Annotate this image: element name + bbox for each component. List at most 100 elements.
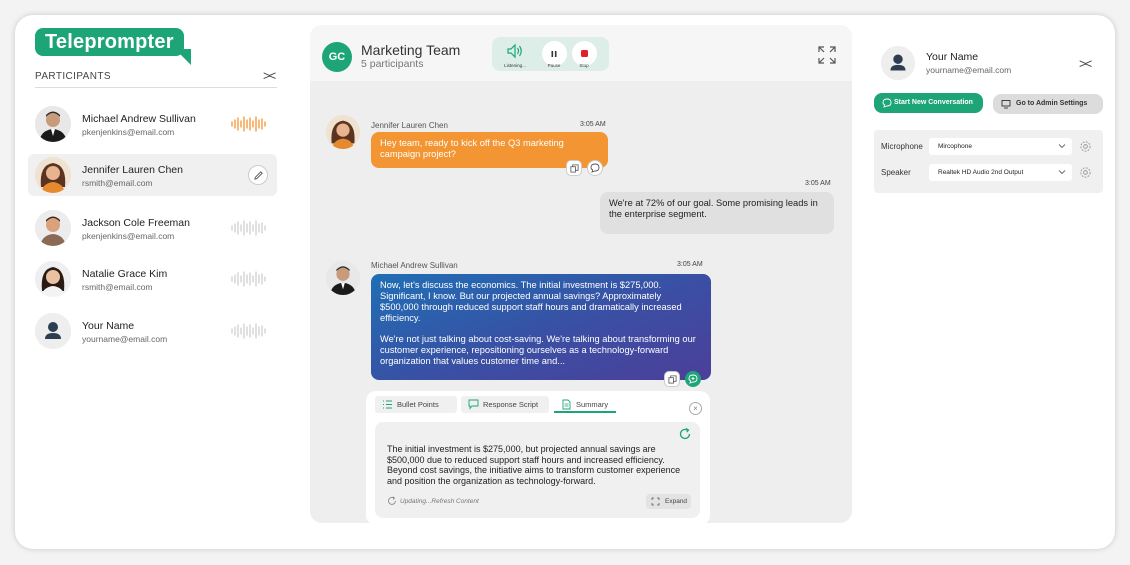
tab-label: Response Script <box>483 400 539 409</box>
refresh-icon[interactable] <box>678 427 692 441</box>
conversation-panel: GC Marketing Team 5 participants Listeni… <box>310 25 852 523</box>
avatar <box>326 115 360 149</box>
group-avatar: GC <box>322 42 352 72</box>
copy-icon <box>569 163 579 173</box>
tab-response-script[interactable]: Response Script <box>461 396 549 413</box>
close-icon[interactable]: × <box>689 402 702 415</box>
tab-bullet-points[interactable]: Bullet Points <box>375 396 457 413</box>
monitor-icon <box>1001 100 1011 109</box>
recording-controls: Listening... Pause Stop <box>492 37 609 71</box>
message-text: Now, let's discuss the economics. The in… <box>380 280 682 323</box>
gear-icon[interactable] <box>1079 166 1092 179</box>
message-time: 3:05 AM <box>580 121 606 128</box>
message-text: We're not just talking about cost-saving… <box>380 334 696 366</box>
avatar <box>35 106 71 142</box>
participants-heading: PARTICIPANTS <box>35 71 111 82</box>
select-value: Mircophone <box>938 143 972 150</box>
audio-wave-icon <box>231 271 266 287</box>
sync-icon <box>388 496 396 505</box>
app-logo: Teleprompter <box>35 28 184 56</box>
speaker-select[interactable]: Realtek HD Audio 2nd Output <box>929 164 1072 181</box>
collapse-sidebar-button[interactable]: >< <box>263 68 276 83</box>
stop-label: Stop <box>579 63 589 68</box>
audio-settings: Microphone Mircophone Speaker Realtek HD… <box>874 130 1103 193</box>
start-new-conversation-button[interactable]: Start New Conversation <box>874 93 983 113</box>
collapse-panel-button[interactable]: >< <box>1079 56 1092 71</box>
chat-icon <box>468 399 479 410</box>
assist-card: Bullet Points Response Script Summary × … <box>366 391 710 523</box>
avatar <box>326 261 360 295</box>
participant-item[interactable]: Jennifer Lauren Chen rsmith@email.com <box>28 154 277 196</box>
audio-wave-icon <box>231 220 266 236</box>
participant-name: Jennifer Lauren Chen <box>82 164 183 176</box>
participant-email: pkenjenkins@email.com <box>82 231 175 241</box>
copy-button[interactable] <box>566 160 582 176</box>
gear-icon[interactable] <box>1079 140 1092 153</box>
participant-item[interactable]: Your Name yourname@email.com <box>28 310 277 352</box>
participant-email: rsmith@email.com <box>82 178 153 188</box>
update-status-text: Updating...Refresh Content <box>400 498 479 505</box>
stop-button[interactable]: Stop <box>570 41 598 69</box>
copy-icon <box>667 374 677 384</box>
participant-name: Michael Andrew Sullivan <box>82 113 196 125</box>
button-label: Go to Admin Settings <box>1016 100 1088 107</box>
expand-button[interactable]: Expand <box>646 494 691 509</box>
avatar <box>35 261 71 297</box>
document-icon <box>562 399 571 410</box>
user-name: Your Name <box>926 51 979 63</box>
microphone-label: Microphone <box>881 142 923 151</box>
tab-label: Summary <box>576 400 609 409</box>
avatar <box>35 157 71 193</box>
update-status: Updating...Refresh Content <box>387 496 479 505</box>
user-icon <box>35 313 71 349</box>
message-sender: Jennifer Lauren Chen <box>371 121 448 130</box>
participant-name: Jackson Cole Freeman <box>82 217 190 229</box>
participant-item[interactable]: Natalie Grace Kim rsmith@email.com <box>28 258 277 300</box>
participant-email: pkenjenkins@email.com <box>82 127 175 137</box>
participant-email: rsmith@email.com <box>82 282 153 292</box>
audio-wave-icon <box>231 116 266 132</box>
chevron-down-icon <box>1058 170 1066 175</box>
select-value: Realtek HD Audio 2nd Output <box>938 169 1024 176</box>
summary-text: The initial investment is $275,000, but … <box>387 444 681 486</box>
conversation-header: GC Marketing Team 5 participants Listeni… <box>310 25 852 81</box>
chat-icon <box>590 163 600 173</box>
listening-button[interactable]: Listening... <box>501 41 529 69</box>
conversation-title: Marketing Team <box>361 42 461 58</box>
edit-button[interactable] <box>248 165 268 185</box>
participant-name: Your Name <box>82 320 135 332</box>
message-sender: Michael Andrew Sullivan <box>371 261 458 270</box>
copy-button[interactable] <box>664 371 680 387</box>
user-icon <box>881 46 915 80</box>
button-label: Start New Conversation <box>894 99 973 106</box>
app-window: Teleprompter PARTICIPANTS >< Michael And… <box>15 15 1115 549</box>
assist-button[interactable] <box>685 371 701 387</box>
avatar <box>35 210 71 246</box>
listening-label: Listening... <box>504 63 526 68</box>
reply-button[interactable] <box>587 160 603 176</box>
summary-panel: The initial investment is $275,000, but … <box>375 422 700 518</box>
message-time: 3:05 AM <box>677 261 703 268</box>
list-icon <box>383 400 392 409</box>
divider <box>35 87 277 88</box>
speaker-label: Speaker <box>881 168 911 177</box>
participant-count: 5 participants <box>361 58 424 70</box>
expand-icon <box>651 497 660 506</box>
message-time: 3:05 AM <box>805 180 831 187</box>
logo-tail <box>175 49 191 65</box>
message-bubble: We're at 72% of our goal. Some promising… <box>600 192 834 234</box>
audio-wave-icon <box>231 323 266 339</box>
expand-label: Expand <box>665 498 688 505</box>
microphone-select[interactable]: Mircophone <box>929 138 1072 155</box>
tab-label: Bullet Points <box>397 400 439 409</box>
admin-settings-button[interactable]: Go to Admin Settings <box>993 94 1103 114</box>
tab-summary[interactable]: Summary <box>554 396 616 413</box>
fullscreen-icon[interactable] <box>817 45 837 65</box>
message-bubble: Now, let's discuss the economics. The in… <box>371 274 711 380</box>
participant-item[interactable]: Michael Andrew Sullivan pkenjenkins@emai… <box>28 103 277 145</box>
speaker-icon <box>507 43 522 59</box>
participant-item[interactable]: Jackson Cole Freeman pkenjenkins@email.c… <box>28 207 277 249</box>
chat-icon <box>882 98 892 108</box>
participant-email: yourname@email.com <box>82 334 168 344</box>
chevron-down-icon <box>1058 144 1066 149</box>
